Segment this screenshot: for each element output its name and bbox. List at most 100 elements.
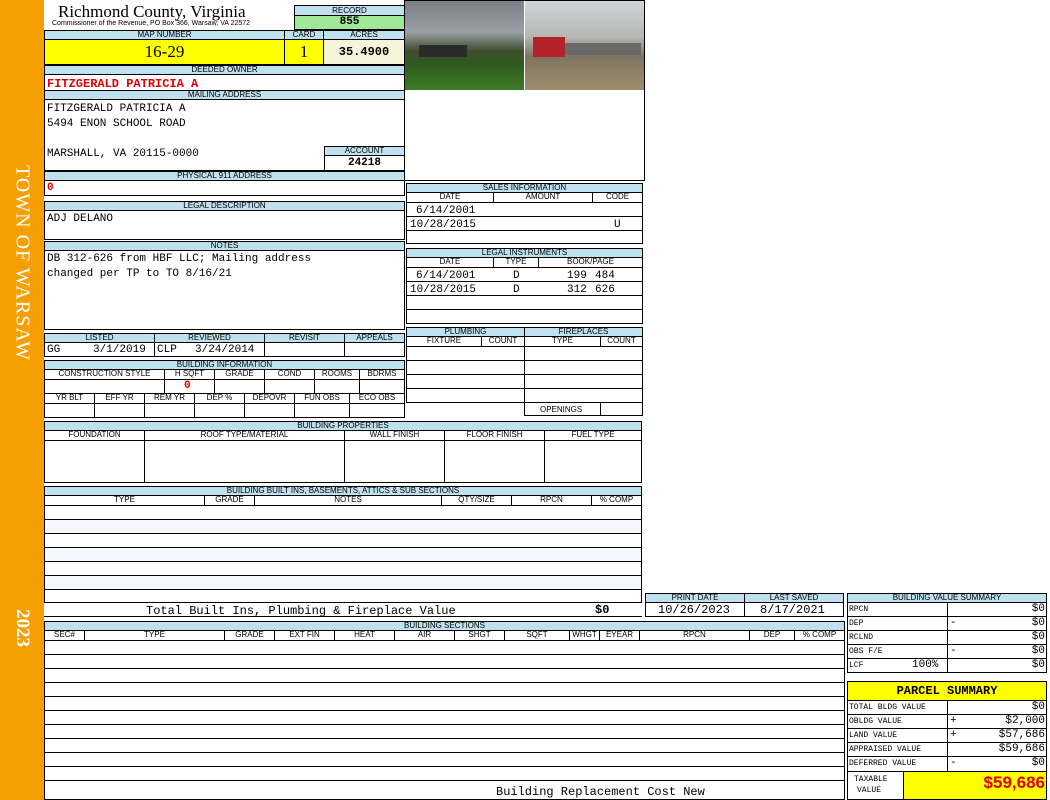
openings-value (600, 402, 643, 416)
parcel-value-total-bldg: $0 (1031, 701, 1045, 713)
taxable-label-2: VALUE (857, 786, 882, 795)
parcel-sign-obldg: + (950, 715, 957, 727)
reviewed-by: CLP (157, 344, 177, 356)
instr-date-2: 10/28/2015 (410, 284, 477, 296)
prop-wall-box (344, 440, 445, 483)
prop-fuel-box (544, 440, 642, 483)
instr-page-2: 626 (595, 284, 615, 296)
taxable-label-box: TAXABLE VALUE (847, 771, 904, 800)
sidebar-year: 2023 (12, 609, 33, 647)
property-photo-2 (525, 1, 644, 90)
remyr-box (144, 403, 195, 418)
barn-shed (565, 43, 641, 55)
acres-value: 35.4900 (323, 39, 405, 65)
print-date-value: 10/26/2023 (658, 603, 731, 617)
bvs-lcf-pct: 100% (912, 659, 939, 671)
card-value: 1 (284, 39, 324, 65)
construction-value (44, 379, 165, 394)
notes-box: DB 312-626 from HBF LLC; Mailing address… (44, 250, 405, 330)
bvs-label-rclnd: RCLND (849, 633, 874, 642)
bvs-table (847, 602, 1047, 673)
openings-box: OPENINGS (524, 402, 601, 416)
parcel-label-deferred: DEFERRED VALUE (849, 759, 917, 768)
map-number-value: 16-29 (44, 39, 285, 65)
parcel-label-appraised: APPRAISED VALUE (849, 745, 922, 754)
sale-code-2: U (614, 219, 621, 231)
taxable-label-1: TAXABLE (854, 775, 888, 784)
funobs-box (294, 403, 350, 418)
county-title: Richmond County, Virginia (58, 2, 246, 21)
bvs-sign-dep: - (950, 617, 957, 629)
builtins-total-value: $0 (595, 603, 610, 617)
instr-book-1: 199 (567, 270, 587, 282)
print-date-box: 10/26/2023 (645, 602, 745, 617)
parcel-summary-header: PARCEL SUMMARY (847, 681, 1047, 701)
legal-description-box: ADJ DELANO (44, 210, 405, 240)
bdrms-value-box (359, 379, 405, 394)
openings-label: OPENINGS (540, 405, 583, 414)
builtins-total-rule (44, 616, 642, 617)
parcel-value-deferred: $0 (1031, 757, 1045, 769)
builtins-table (44, 505, 642, 603)
prop-floor-box (444, 440, 545, 483)
prop-foundation-box (44, 440, 145, 483)
bvs-sign-obs: - (950, 645, 957, 657)
bvs-value-rclnd: $0 (1031, 631, 1045, 643)
mailing-line-1: FITZGERALD PATRICIA A (47, 103, 186, 115)
last-saved-box: 8/17/2021 (744, 602, 844, 617)
cond-value-box (264, 379, 315, 394)
effyr-box (94, 403, 145, 418)
instr-date-1: 6/14/2001 (416, 270, 476, 282)
sections-footer: Building Replacement Cost New (496, 785, 705, 799)
sidebar-town: TOWN OF WARSAW (11, 164, 34, 362)
instr-type-1: D (513, 270, 520, 282)
reviewed-date: 3/24/2014 (195, 344, 255, 356)
yrblt-box (44, 403, 95, 418)
parcel-value-appraised: $59,686 (998, 743, 1045, 755)
listed-by: GG (47, 344, 61, 356)
physical-address-box: 0 (44, 180, 405, 196)
property-photo-1 (405, 1, 524, 90)
bvs-value-obs: $0 (1031, 645, 1045, 657)
bvs-label-rpcn: RPCN (849, 605, 869, 614)
notes-line-1: DB 312-626 from HBF LLC; Mailing address (47, 253, 312, 265)
commissioner-line: Commissioner of the Revenue, PO Box 366,… (52, 20, 251, 27)
dep-box (194, 403, 245, 418)
taxable-value: $59,686 (983, 773, 1045, 792)
deeded-owner-box: FITZGERALD PATRICIA A (44, 74, 405, 91)
parcel-sign-land: + (950, 729, 957, 741)
hsqft-value: 0 (184, 380, 191, 392)
plumbing-table (406, 346, 525, 403)
sale-date-2: 10/28/2015 (410, 219, 477, 231)
parcel-sign-deferred: - (950, 757, 957, 769)
account-value: 24218 (324, 155, 405, 171)
bvs-label-dep: DEP (849, 619, 864, 628)
red-barn (533, 37, 565, 57)
bvs-value-rpcn: $0 (1031, 603, 1045, 615)
bvs-label-lcf: LCF (849, 661, 864, 670)
shed-roof-1 (419, 45, 467, 57)
instr-page-1: 484 (595, 270, 615, 282)
parcel-label-land: LAND VALUE (849, 731, 898, 740)
bvs-label-obs: OBS F/E (849, 647, 883, 656)
notes-line-2: changed per TP to TO 8/16/21 (47, 268, 232, 280)
instr-type-2: D (513, 284, 520, 296)
legal-description-value: ADJ DELANO (47, 213, 114, 225)
instr-book-2: 312 (567, 284, 587, 296)
bvs-value-lcf: $0 (1031, 659, 1045, 671)
physical-address-value: 0 (47, 182, 54, 194)
sale-date-1: 6/14/2001 (416, 205, 476, 217)
parcel-value-obldg: $2,000 (1005, 715, 1045, 727)
mailing-line-2: 5494 ENON SCHOOL ROAD (47, 118, 186, 130)
deeded-owner-value: FITZGERALD PATRICIA A (47, 77, 199, 91)
parcel-label-total-bldg: TOTAL BLDG VALUE (849, 703, 926, 712)
revisit-box (264, 342, 345, 357)
sidebar (0, 0, 44, 800)
parcel-value-land: $57,686 (998, 729, 1045, 741)
depovr-box (244, 403, 295, 418)
listed-date: 3/1/2019 (93, 344, 146, 356)
bvs-value-dep: $0 (1031, 617, 1045, 629)
rooms-value-box (314, 379, 360, 394)
fireplace-table (524, 346, 643, 403)
sections-table (44, 640, 845, 800)
